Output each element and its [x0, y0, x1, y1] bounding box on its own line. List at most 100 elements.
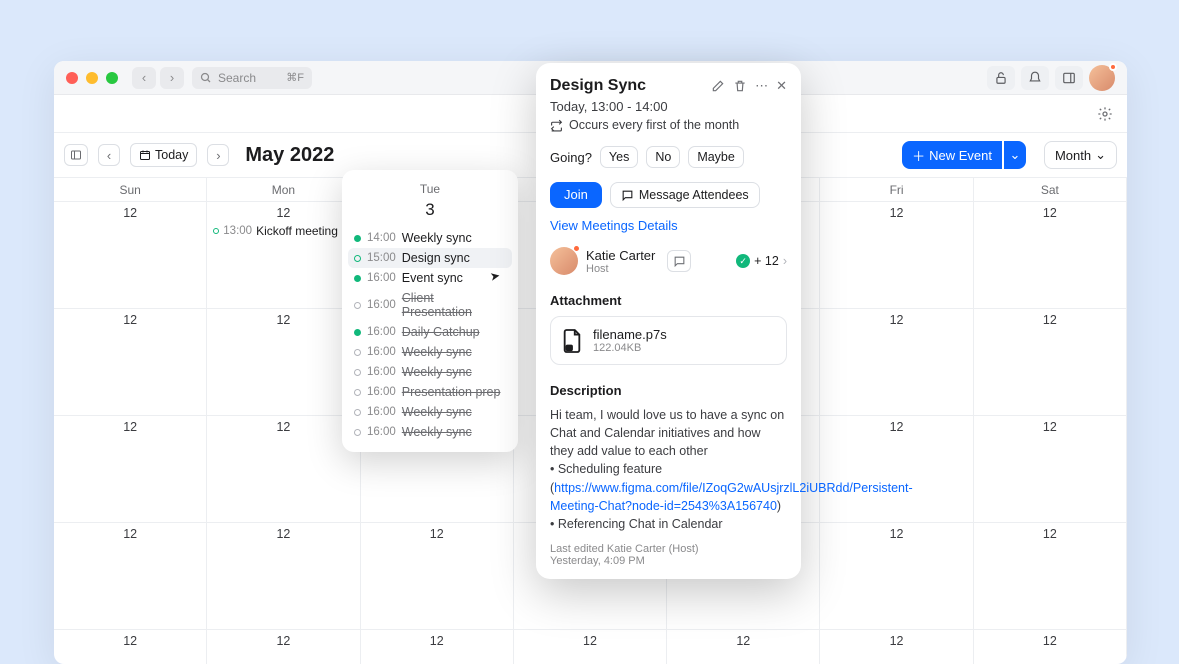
calendar-cell[interactable]: 12 [54, 202, 207, 309]
new-event-button[interactable]: ＋New Event [902, 141, 1002, 169]
file-icon [561, 328, 583, 354]
rsvp-maybe[interactable]: Maybe [688, 146, 744, 168]
more-icon[interactable]: ⋯ [755, 78, 768, 94]
traffic-lights [66, 72, 118, 84]
calendar-cell[interactable]: 12 [820, 416, 973, 523]
day-event-row[interactable]: 16:00Weekly sync [342, 422, 518, 442]
event-indicator [354, 349, 361, 356]
event-indicator [354, 302, 361, 309]
view-selector[interactable]: Month⌄ [1044, 141, 1117, 169]
day-header: Fri [820, 178, 973, 202]
delete-icon[interactable] [733, 79, 747, 93]
close-icon[interactable]: ✕ [776, 78, 787, 94]
sidebar-toggle-icon[interactable] [64, 144, 88, 166]
attachment-heading: Attachment [550, 293, 787, 308]
rsvp-yes[interactable]: Yes [600, 146, 638, 168]
calendar-cell[interactable]: 12 [820, 202, 973, 309]
event-detail-panel: Design Sync ⋯ ✕ Today, 13:00 - 14:00 Occ… [536, 63, 801, 579]
event-description: Hi team, I would love us to have a sync … [550, 406, 787, 533]
calendar-cell[interactable]: 12 [820, 523, 973, 630]
nav-forward-button[interactable]: › [160, 67, 184, 89]
day-event-row[interactable]: 16:00Presentation prep [342, 382, 518, 402]
event-recurrence: Occurs every first of the month [550, 118, 787, 132]
minimize-window[interactable] [86, 72, 98, 84]
day-event-row[interactable]: 16:00Daily Catchup [342, 322, 518, 342]
month-title: May 2022 [245, 144, 334, 167]
search-placeholder: Search [218, 71, 256, 85]
event-indicator [354, 329, 361, 336]
event-indicator [354, 369, 361, 376]
event-indicator [354, 389, 361, 396]
going-label: Going? [550, 150, 592, 165]
calendar-cell[interactable]: 12 [361, 630, 514, 664]
rsvp-no[interactable]: No [646, 146, 680, 168]
calendar-cell[interactable]: 12 [207, 630, 360, 664]
today-button[interactable]: Today [130, 143, 197, 167]
chat-host-button[interactable] [667, 250, 691, 272]
edit-icon[interactable] [711, 79, 725, 93]
event-indicator [354, 429, 361, 436]
calendar-cell[interactable]: 12 [820, 309, 973, 416]
new-event-dropdown[interactable]: ⌄ [1004, 141, 1026, 169]
check-icon: ✓ [736, 254, 750, 268]
day-event-row[interactable]: 16:00Weekly sync [342, 402, 518, 422]
event-datetime: Today, 13:00 - 14:00 [550, 99, 787, 114]
nav-back-button[interactable]: ‹ [132, 67, 156, 89]
host-avatar[interactable] [550, 247, 578, 275]
calendar-cell[interactable]: 12 [207, 416, 360, 523]
calendar-cell[interactable]: 12 [207, 309, 360, 416]
calendar-cell[interactable]: 12 [974, 630, 1127, 664]
lock-icon[interactable] [987, 66, 1015, 90]
calendar-cell[interactable]: 1213:00Kickoff meeting [207, 202, 360, 309]
attachment-name: filename.p7s [593, 327, 667, 342]
settings-icon[interactable] [1097, 106, 1113, 122]
calendar-cell[interactable]: 12 [974, 309, 1127, 416]
day-event-row[interactable]: 15:00Design sync [348, 248, 512, 268]
message-attendees-button[interactable]: Message Attendees [610, 182, 760, 208]
calendar-cell[interactable]: 12 [361, 523, 514, 630]
day-event-row[interactable]: 16:00Weekly sync [342, 342, 518, 362]
maximize-window[interactable] [106, 72, 118, 84]
host-name: Katie Carter [586, 248, 655, 263]
day-event-row[interactable]: 14:00Weekly sync [342, 228, 518, 248]
calendar-icon [139, 149, 151, 161]
day-header: Sat [974, 178, 1127, 202]
join-button[interactable]: Join [550, 182, 602, 208]
calendar-cell[interactable]: 12 [820, 630, 973, 664]
calendar-cell[interactable]: 12 [974, 202, 1127, 309]
calendar-cell[interactable]: 12 [514, 630, 667, 664]
search-shortcut: ⌘F [286, 71, 304, 84]
search-icon [200, 72, 212, 84]
attendee-count[interactable]: ✓ + 12 › [736, 254, 787, 268]
attachment-card[interactable]: filename.p7s 122.04KB [550, 316, 787, 365]
chevron-down-icon: ⌄ [1095, 147, 1106, 163]
event-chip[interactable]: 13:00Kickoff meeting [213, 224, 353, 238]
popover-day-label: Tue [342, 182, 518, 196]
calendar-cell[interactable]: 12 [54, 309, 207, 416]
view-meetings-link[interactable]: View Meetings Details [550, 218, 787, 233]
event-indicator [354, 275, 361, 282]
calendar-cell[interactable]: 12 [667, 630, 820, 664]
day-event-row[interactable]: 16:00Client Presentation [342, 288, 518, 322]
calendar-cell[interactable]: 12 [974, 416, 1127, 523]
popover-date: 3 [342, 200, 518, 220]
panel-icon[interactable] [1055, 66, 1083, 90]
calendar-cell[interactable]: 12 [974, 523, 1127, 630]
bell-icon[interactable] [1021, 66, 1049, 90]
search-input[interactable]: Search ⌘F [192, 67, 312, 89]
repeat-icon [550, 119, 563, 132]
next-month-button[interactable]: › [207, 144, 229, 166]
calendar-cell[interactable]: 12 [54, 523, 207, 630]
calendar-cell[interactable]: 12 [54, 416, 207, 523]
day-event-row[interactable]: 16:00Weekly sync [342, 362, 518, 382]
event-title: Design Sync [550, 77, 703, 95]
user-avatar[interactable] [1089, 65, 1115, 91]
close-window[interactable] [66, 72, 78, 84]
prev-month-button[interactable]: ‹ [98, 144, 120, 166]
chevron-right-icon: › [783, 254, 787, 268]
host-role: Host [586, 263, 655, 275]
calendar-cell[interactable]: 12 [54, 630, 207, 664]
description-heading: Description [550, 383, 787, 398]
calendar-cell[interactable]: 12 [207, 523, 360, 630]
day-header: Sun [54, 178, 207, 202]
